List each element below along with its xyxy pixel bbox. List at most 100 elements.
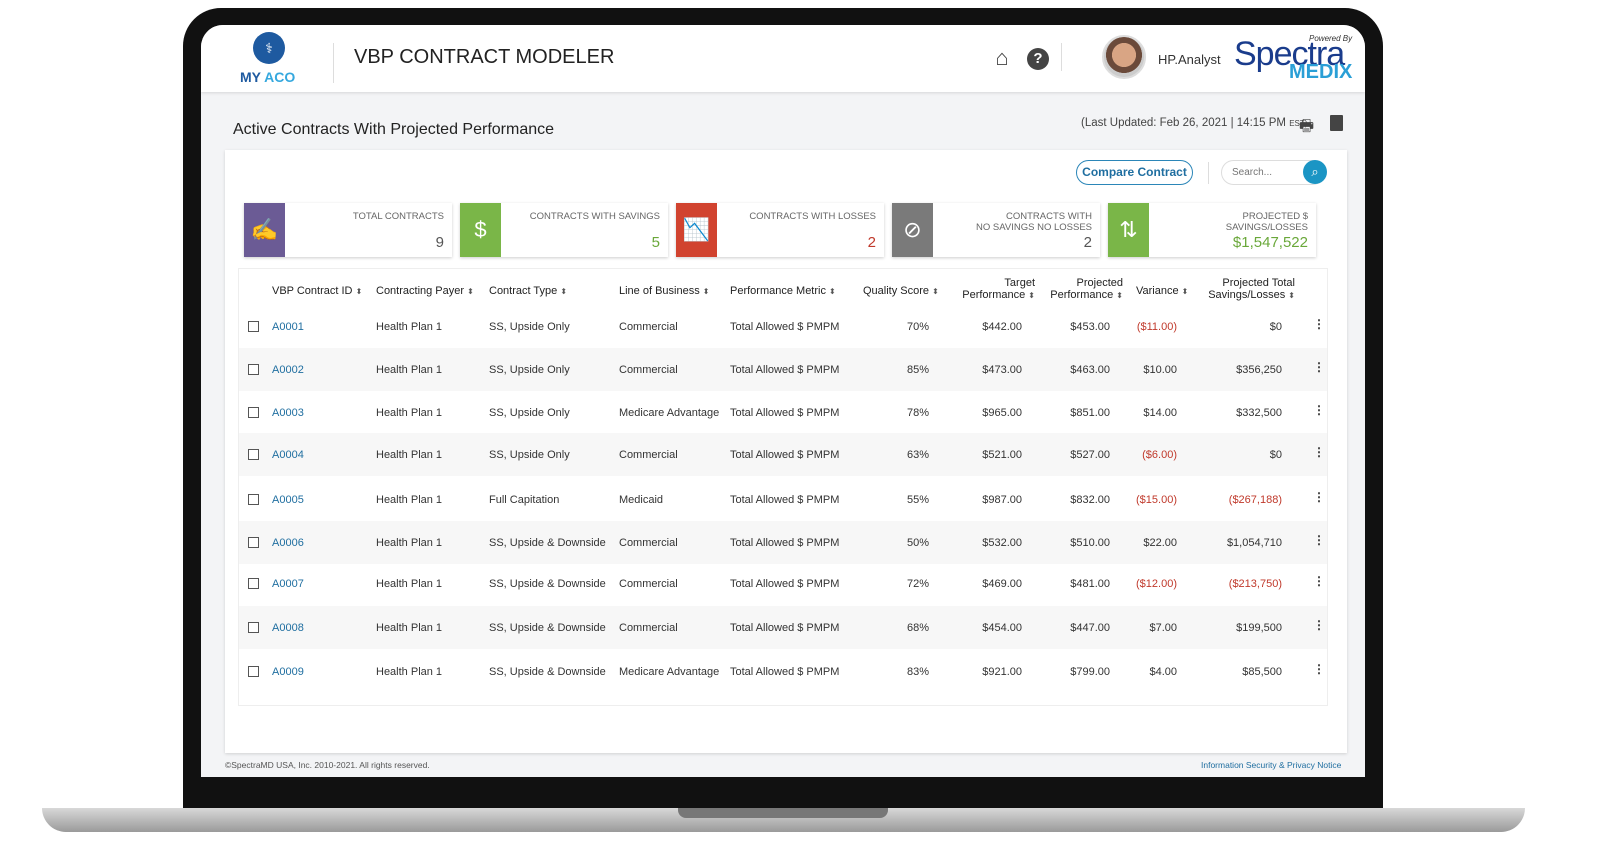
row-checkbox[interactable] xyxy=(248,449,259,460)
aco-logo-icon[interactable]: ⚕ xyxy=(253,32,285,64)
target-performance: $521.00 xyxy=(982,449,1022,461)
contract-type: SS, Upside Only xyxy=(489,449,570,461)
search-icon[interactable]: ⌕ xyxy=(1303,160,1327,184)
variance: $22.00 xyxy=(1143,537,1177,549)
performance-metric: Total Allowed $ PMPM xyxy=(730,537,840,549)
logo-text[interactable]: MY ACO xyxy=(240,69,295,85)
col-payer[interactable]: Contracting Payer ⬍ xyxy=(376,285,474,298)
variance: ($15.00) xyxy=(1136,494,1177,506)
projected-total: $332,500 xyxy=(1236,407,1282,419)
contract-id-link[interactable]: A0008 xyxy=(272,622,304,634)
row-checkbox[interactable] xyxy=(248,537,259,548)
more-options-icon[interactable]: ⋮ xyxy=(1313,618,1325,632)
laptop-notch xyxy=(678,808,888,818)
col-line-of-business[interactable]: Line of Business ⬍ xyxy=(619,285,709,298)
contract-type: SS, Upside Only xyxy=(489,364,570,376)
payer: Health Plan 1 xyxy=(376,622,443,634)
kpi-card[interactable]: ⊘ CONTRACTS WITH NO SAVINGS NO LOSSES 2 xyxy=(892,203,1100,257)
col-contract-id[interactable]: VBP Contract ID ⬍ xyxy=(272,285,362,298)
brand-logo-sub: MEDIX xyxy=(1289,61,1353,83)
target-performance: $965.00 xyxy=(982,407,1022,419)
projected-total: $199,500 xyxy=(1236,622,1282,634)
target-performance: $442.00 xyxy=(982,321,1022,333)
page-title: Active Contracts With Projected Performa… xyxy=(233,121,555,138)
kpi-card[interactable]: ✍ TOTAL CONTRACTS 9 xyxy=(244,203,452,257)
contract-id-link[interactable]: A0003 xyxy=(272,407,304,419)
line-of-business: Commercial xyxy=(619,578,678,590)
projected-performance: $527.00 xyxy=(1070,449,1110,461)
performance-metric: Total Allowed $ PMPM xyxy=(730,449,840,461)
row-checkbox[interactable] xyxy=(248,364,259,375)
target-performance: $987.00 xyxy=(982,494,1022,506)
col-performance-metric[interactable]: Performance Metric ⬍ xyxy=(730,285,836,298)
quality-score: 63% xyxy=(906,449,929,461)
help-icon[interactable]: ? xyxy=(1027,48,1049,70)
col-contract-type[interactable]: Contract Type ⬍ xyxy=(489,285,567,298)
target-performance: $921.00 xyxy=(982,666,1022,678)
row-checkbox[interactable] xyxy=(248,407,259,418)
col-projected-total[interactable]: Projected Total Savings/Losses ⬍ xyxy=(1189,277,1295,302)
contract-id-link[interactable]: A0001 xyxy=(272,321,304,333)
more-options-icon[interactable]: ⋮ xyxy=(1313,403,1325,417)
variance: ($12.00) xyxy=(1136,578,1177,590)
contract-id-link[interactable]: A0004 xyxy=(272,449,304,461)
line-of-business: Medicare Advantage xyxy=(619,407,720,419)
contract-type: Full Capitation xyxy=(489,494,560,506)
row-checkbox[interactable] xyxy=(248,666,259,677)
more-options-icon[interactable]: ⋮ xyxy=(1313,662,1325,676)
performance-metric: Total Allowed $ PMPM xyxy=(730,494,840,506)
line-of-business: Commercial xyxy=(619,537,678,549)
payer: Health Plan 1 xyxy=(376,578,443,590)
quality-score: 78% xyxy=(906,407,929,419)
kpi-card[interactable]: 📉 CONTRACTS WITH LOSSES 2 xyxy=(676,203,884,257)
kpi-card[interactable]: $ CONTRACTS WITH SAVINGS 5 xyxy=(460,203,668,257)
performance-metric: Total Allowed $ PMPM xyxy=(730,364,840,376)
row-checkbox[interactable] xyxy=(248,622,259,633)
divider xyxy=(333,43,334,83)
export-icon[interactable] xyxy=(1330,115,1343,131)
col-projected-performance[interactable]: Projected Performance ⬍ xyxy=(1039,277,1123,302)
col-variance[interactable]: Variance ⬍ xyxy=(1136,285,1188,298)
quality-score: 72% xyxy=(906,578,929,590)
projected-total: $0 xyxy=(1269,321,1282,333)
kpi-icon: ⊘ xyxy=(892,203,933,257)
more-options-icon[interactable]: ⋮ xyxy=(1313,317,1325,331)
compare-contract-button[interactable]: Compare Contract xyxy=(1076,160,1193,185)
contract-type: SS, Upside & Downside xyxy=(489,537,606,549)
more-options-icon[interactable]: ⋮ xyxy=(1313,533,1325,547)
print-icon[interactable]: 🖶 xyxy=(1299,115,1314,142)
kpi-label: CONTRACTS WITH SAVINGS xyxy=(529,211,660,222)
kpi-icon: 📉 xyxy=(676,203,717,257)
row-checkbox[interactable] xyxy=(248,321,259,332)
contract-id-link[interactable]: A0007 xyxy=(272,578,304,590)
more-options-icon[interactable]: ⋮ xyxy=(1313,490,1325,504)
header: ⚕ MY ACO VBP CONTRACT MODELER ⌂ ? HP.Ana… xyxy=(201,25,1365,92)
line-of-business: Commercial xyxy=(619,321,678,333)
col-target-performance[interactable]: Target Performance ⬍ xyxy=(955,277,1035,302)
contract-id-link[interactable]: A0006 xyxy=(272,537,304,549)
performance-metric: Total Allowed $ PMPM xyxy=(730,321,840,333)
col-quality-score[interactable]: Quality Score ⬍ xyxy=(863,285,939,298)
quality-score: 68% xyxy=(906,622,929,634)
more-options-icon[interactable]: ⋮ xyxy=(1313,445,1325,459)
more-options-icon[interactable]: ⋮ xyxy=(1313,360,1325,374)
projected-performance: $832.00 xyxy=(1070,494,1110,506)
row-checkbox[interactable] xyxy=(248,494,259,505)
kpi-card[interactable]: ⇅ PROJECTED $ SAVINGS/LOSSES $1,547,522 xyxy=(1108,203,1316,257)
contract-id-link[interactable]: A0005 xyxy=(272,494,304,506)
payer: Health Plan 1 xyxy=(376,449,443,461)
contract-id-link[interactable]: A0009 xyxy=(272,666,304,678)
payer: Health Plan 1 xyxy=(376,321,443,333)
performance-metric: Total Allowed $ PMPM xyxy=(730,666,840,678)
row-checkbox[interactable] xyxy=(248,578,259,589)
avatar[interactable] xyxy=(1102,35,1146,79)
home-icon[interactable]: ⌂ xyxy=(991,47,1013,69)
variance: ($6.00) xyxy=(1142,449,1177,461)
more-options-icon[interactable]: ⋮ xyxy=(1313,574,1325,588)
target-performance: $473.00 xyxy=(982,364,1022,376)
performance-metric: Total Allowed $ PMPM xyxy=(730,407,840,419)
contract-id-link[interactable]: A0002 xyxy=(272,364,304,376)
user-name[interactable]: HP.Analyst xyxy=(1158,52,1221,67)
table-row: A0005 Health Plan 1 Full Capitation Medi… xyxy=(239,478,1327,521)
privacy-link[interactable]: Information Security & Privacy Notice xyxy=(1201,760,1341,770)
